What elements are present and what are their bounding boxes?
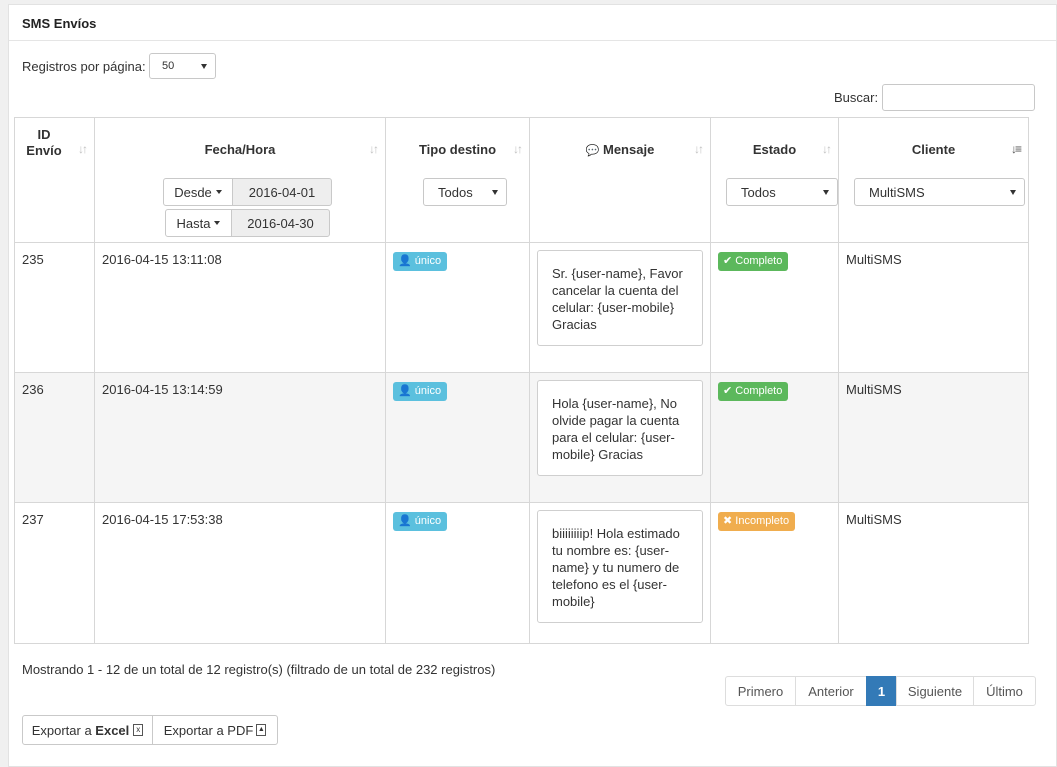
table-row: 236 2016-04-15 13:14:59 👤 único Hola {us… (14, 372, 1029, 503)
per-page-select[interactable]: 50 (149, 53, 216, 79)
hasta-date-field[interactable]: 2016-04-30 (231, 209, 330, 237)
column-header-id-label: ID Envío (26, 127, 62, 158)
close-icon: ✖ (723, 515, 733, 527)
user-icon: 👤 (398, 515, 412, 527)
sort-asc-icon[interactable]: ↓≡ (1011, 142, 1022, 156)
cell-id: 237 (14, 502, 95, 644)
tipo-badge: 👤 único (393, 382, 448, 401)
cell-tipo: 👤 único (385, 502, 530, 644)
user-icon: 👤 (398, 385, 412, 397)
user-icon: 👤 (398, 255, 412, 267)
desde-date-field[interactable]: 2016-04-01 (232, 178, 332, 206)
estado-value: Todos (741, 184, 776, 200)
sort-icon[interactable]: ↓↑ (694, 142, 704, 156)
sort-icon[interactable]: ↓↑ (513, 142, 523, 156)
column-header-cliente-label: Cliente (911, 142, 956, 157)
cell-estado: ✖ Incompleto (710, 502, 839, 644)
chevron-down-icon (215, 190, 222, 194)
export-excel-button[interactable]: Exportar a Excel x (22, 715, 153, 745)
sort-icon[interactable]: ↓↑ (369, 142, 379, 156)
export-pdf-button[interactable]: Exportar a PDF ▲ (152, 715, 278, 745)
cell-mensaje: Hola {user-name}, No olvide pagar la cue… (529, 372, 711, 503)
pagination-next[interactable]: Siguiente (896, 676, 974, 706)
column-header-fecha-label: Fecha/Hora (204, 142, 276, 157)
chevron-down-icon (201, 64, 207, 69)
sort-icon[interactable]: ↓↑ (822, 142, 832, 156)
tipo-destino-select[interactable]: Todos (423, 178, 507, 206)
message-box: Hola {user-name}, No olvide pagar la cue… (537, 380, 703, 476)
column-header-id[interactable]: ID Envío ↓↑ (14, 117, 95, 243)
cell-cliente: MultiSMS (838, 372, 1029, 503)
check-icon: ✔ (723, 255, 733, 267)
search-input[interactable] (882, 84, 1035, 111)
desde-dropdown-button[interactable]: Desde (163, 178, 233, 206)
cell-estado: ✔ Completo (710, 372, 839, 503)
pdf-file-icon: ▲ (256, 724, 267, 736)
status-badge: ✔ Completo (718, 382, 789, 401)
message-box: Sr. {user-name}, Favor cancelar la cuent… (537, 250, 703, 346)
excel-file-icon: x (133, 724, 144, 736)
cell-tipo: 👤 único (385, 372, 530, 503)
cell-cliente: MultiSMS (838, 242, 1029, 373)
cell-estado: ✔ Completo (710, 242, 839, 373)
search-label: Buscar: (834, 90, 879, 105)
cell-mensaje: Sr. {user-name}, Favor cancelar la cuent… (529, 242, 711, 373)
pagination-prev[interactable]: Anterior (795, 676, 867, 706)
estado-select[interactable]: Todos (726, 178, 838, 206)
cell-fecha: 2016-04-15 17:53:38 (94, 502, 386, 644)
column-header-estado-label: Estado (752, 142, 797, 157)
chevron-down-icon (823, 190, 829, 195)
column-header-mensaje-label: Mensaje (603, 142, 655, 157)
pagination-page-1[interactable]: 1 (866, 676, 897, 706)
status-badge: ✖ Incompleto (718, 512, 796, 531)
cell-id: 236 (14, 372, 95, 503)
cliente-value: MultiSMS (869, 184, 925, 200)
column-header-mensaje[interactable]: 💬 Mensaje ↓↑ (529, 117, 711, 243)
chevron-down-icon (492, 190, 498, 195)
records-info: Mostrando 1 - 12 de un total de 12 regis… (22, 662, 496, 677)
pagination-last[interactable]: Último (973, 676, 1036, 706)
comment-icon: 💬 (585, 145, 600, 157)
tipo-badge: 👤 único (393, 512, 448, 531)
table-row: 237 2016-04-15 17:53:38 👤 único biiiiiii… (14, 502, 1029, 644)
table-row: 235 2016-04-15 13:11:08 👤 único Sr. {use… (14, 242, 1029, 373)
check-icon: ✔ (723, 385, 733, 397)
panel-title: SMS Envíos (9, 5, 1056, 41)
cell-id: 235 (14, 242, 95, 373)
cell-fecha: 2016-04-15 13:11:08 (94, 242, 386, 373)
per-page-value: 50 (162, 60, 175, 72)
chevron-down-icon (1010, 190, 1016, 195)
cliente-select[interactable]: MultiSMS (854, 178, 1025, 206)
cell-cliente: MultiSMS (838, 502, 1029, 644)
cell-fecha: 2016-04-15 13:14:59 (94, 372, 386, 503)
sort-icon[interactable]: ↓↑ (78, 142, 88, 156)
message-box: biiiiiiiip! Hola estimado tu nombre es: … (537, 510, 703, 623)
cell-tipo: 👤 único (385, 242, 530, 373)
status-badge: ✔ Completo (718, 252, 789, 271)
tipo-destino-value: Todos (438, 184, 473, 200)
cell-mensaje: biiiiiiiip! Hola estimado tu nombre es: … (529, 502, 711, 644)
per-page-label: Registros por página: (22, 59, 146, 74)
hasta-dropdown-button[interactable]: Hasta (165, 209, 232, 237)
column-header-tipo-label: Tipo destino (418, 142, 497, 157)
chevron-down-icon (214, 221, 221, 225)
tipo-badge: 👤 único (393, 252, 448, 271)
pagination-first[interactable]: Primero (725, 676, 796, 706)
